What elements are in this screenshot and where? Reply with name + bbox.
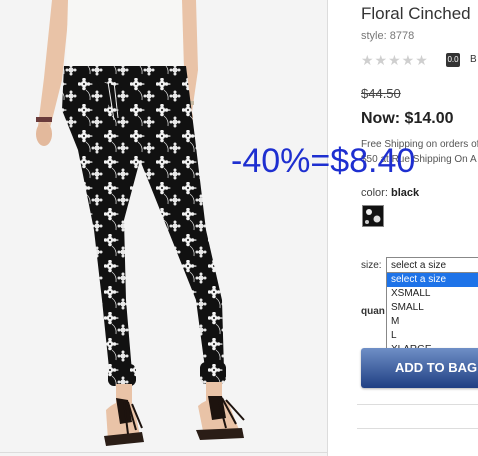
size-option[interactable]: XSMALL (387, 287, 478, 301)
size-select[interactable]: select a size (386, 257, 478, 273)
size-dropdown-list: select a size XSMALL SMALL M L XLARGE (386, 272, 478, 358)
discount-overlay: -40%=$8.40 (231, 142, 416, 180)
color-value: black (390, 187, 420, 199)
product-image[interactable] (0, 0, 328, 456)
color-swatch-black[interactable] (362, 205, 384, 227)
rating-score-badge: 0.0 (446, 53, 460, 67)
size-option[interactable]: select a size (387, 273, 478, 287)
sale-price: Now: $14.00 (361, 110, 454, 127)
rating-extra-text[interactable]: B (470, 54, 477, 65)
add-to-bag-button[interactable]: ADD TO BAG (361, 348, 478, 388)
size-option[interactable]: SMALL (387, 301, 478, 315)
size-option[interactable]: L (387, 329, 478, 343)
rating-stars[interactable]: ★★★★★ (361, 52, 429, 69)
product-illustration (36, 0, 245, 446)
size-label: size: (361, 260, 382, 271)
product-title: Floral Cinched (361, 4, 471, 23)
swatch-pattern-icon (363, 206, 383, 226)
image-divider (327, 0, 328, 456)
quantity-label: quan (361, 306, 385, 317)
style-number: style: 8778 (361, 30, 415, 42)
original-price: $44.50 (361, 86, 401, 101)
color-label-text: color: (361, 187, 388, 199)
divider (357, 428, 478, 429)
size-option[interactable]: M (387, 315, 478, 329)
image-bottom-border (0, 452, 328, 453)
color-label: color: black (361, 187, 419, 199)
divider (357, 404, 478, 405)
